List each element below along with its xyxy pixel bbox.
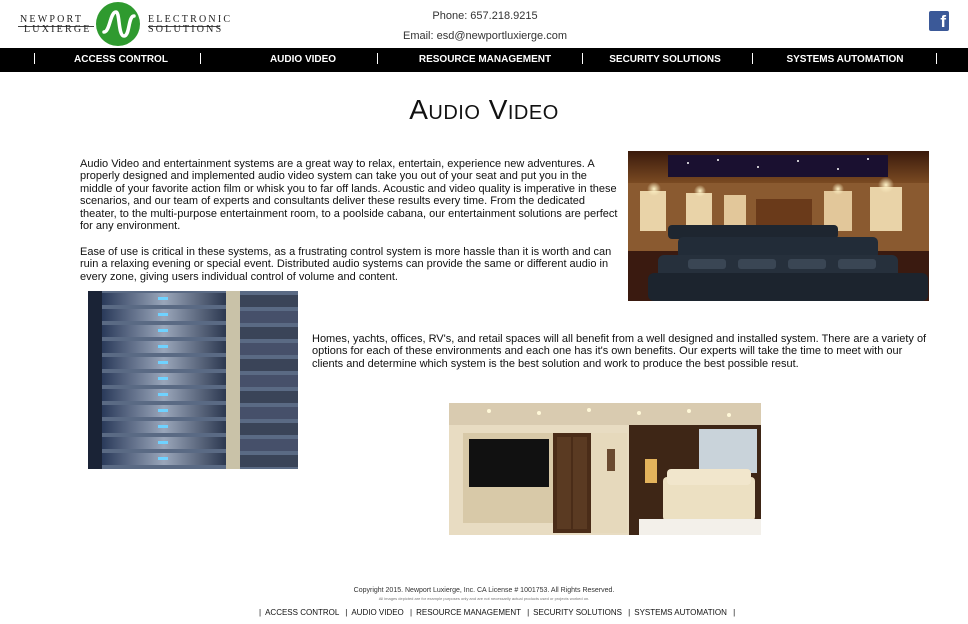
main-nav: ACCESS CONTROL AUDIO VIDEO RESOURCE MANA…	[0, 48, 968, 72]
logo-text-solutions: SOLUTIONS	[148, 24, 224, 35]
nav-resource-management[interactable]: RESOURCE MANAGEMENT	[410, 48, 560, 72]
footer-link-resource-management[interactable]: RESOURCE MANAGEMENT	[416, 608, 521, 617]
nav-security-solutions[interactable]: SECURITY SOLUTIONS	[600, 48, 730, 72]
equipment-rack-photo	[88, 291, 298, 469]
home-theater-photo	[628, 151, 929, 301]
nav-separator	[34, 53, 35, 64]
footer-nav: | ACCESS CONTROL | AUDIO VIDEO | RESOURCE M…	[255, 608, 739, 617]
footer-separator: |	[733, 608, 736, 617]
page-title: Audio Video	[409, 94, 559, 125]
footer-link-security-solutions[interactable]: SECURITY SOLUTIONS	[533, 608, 622, 617]
nav-separator	[582, 53, 583, 64]
footer-separator: |	[345, 608, 348, 617]
logo-text-luxierge: LUXIERGE	[24, 24, 92, 35]
nav-separator	[377, 53, 378, 64]
media-room-photo	[449, 403, 761, 535]
contact-email[interactable]: Email: esd@newportluxierge.com	[380, 30, 590, 42]
brand-logo[interactable]: NEWPORT LUXIERGE ELECTRONIC SOLUTIONS	[14, 2, 230, 46]
nav-separator	[200, 53, 201, 64]
intro-paragraph: Audio Video and entertainment systems ar…	[80, 158, 618, 233]
footer-fine-print: All images depicted are for example purp…	[378, 596, 590, 601]
nav-separator	[752, 53, 753, 64]
footer-separator: |	[259, 608, 262, 617]
nav-systems-automation[interactable]: SYSTEMS AUTOMATION	[775, 48, 915, 72]
facebook-icon[interactable]: f	[929, 11, 949, 31]
nav-access-control[interactable]: ACCESS CONTROL	[56, 48, 186, 72]
footer-link-audio-video[interactable]: AUDIO VIDEO	[351, 608, 403, 617]
footer-separator: |	[628, 608, 631, 617]
environments-paragraph: Homes, yachts, offices, RV's, and retail…	[312, 333, 927, 370]
logo-wave-icon	[96, 2, 140, 46]
nav-audio-video[interactable]: AUDIO VIDEO	[238, 48, 368, 72]
footer-separator: |	[527, 608, 530, 617]
contact-phone[interactable]: Phone: 657.218.9215	[380, 10, 590, 22]
footer-copyright: Copyright 2015. Newport Luxierge, Inc. C…	[353, 587, 615, 594]
footer-link-access-control[interactable]: ACCESS CONTROL	[265, 608, 339, 617]
footer-link-systems-automation[interactable]: SYSTEMS AUTOMATION	[634, 608, 727, 617]
nav-separator	[936, 53, 937, 64]
footer-separator: |	[410, 608, 413, 617]
ease-of-use-paragraph: Ease of use is critical in these systems…	[80, 246, 612, 283]
